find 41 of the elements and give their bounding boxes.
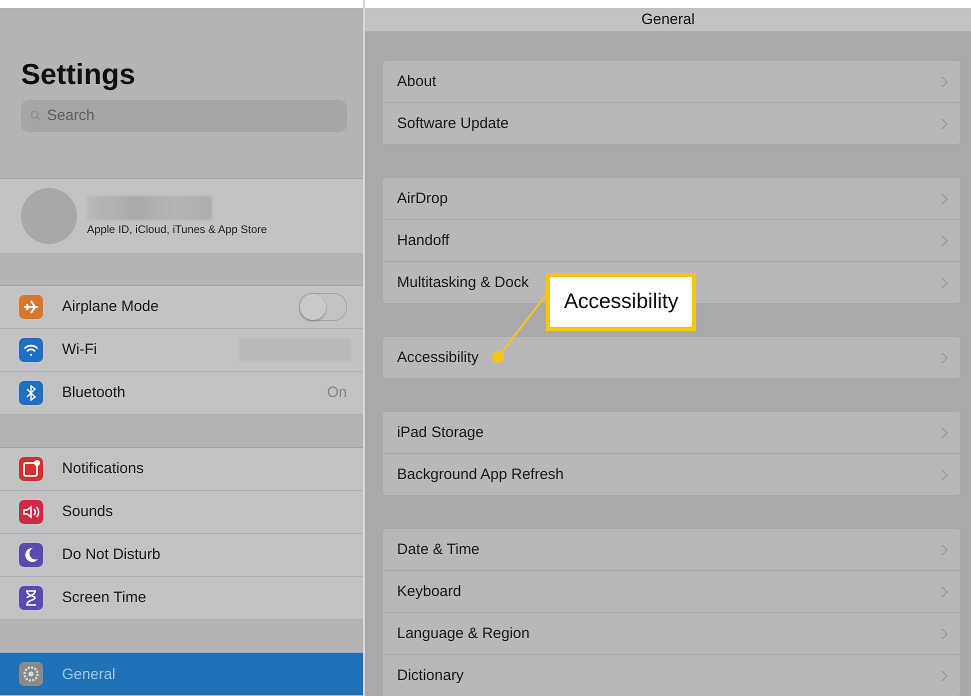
chevron-icon (941, 192, 948, 204)
chevron-icon (941, 76, 948, 88)
settings-item[interactable]: About (397, 73, 436, 90)
chevron-icon (941, 276, 948, 288)
chevron-icon (941, 352, 948, 364)
chevron-icon (941, 670, 948, 682)
sidebar-item[interactable]: Do Not Disturb (0, 534, 363, 577)
sidebar-item[interactable]: Airplane Mode (0, 286, 363, 329)
settings-item[interactable]: AirDrop (397, 190, 448, 207)
chevron-icon (941, 234, 948, 246)
sidebar-title: Settings (20, 58, 136, 92)
search-icon (30, 110, 41, 121)
settings-item[interactable]: Dictionary (397, 667, 464, 684)
chevron-icon (941, 118, 948, 130)
settings-item[interactable]: Date & Time (397, 541, 480, 558)
page-title: General (641, 11, 695, 28)
sidebar-item[interactable]: Wi-Fi (0, 328, 363, 372)
chevron-icon (941, 426, 948, 438)
settings-item[interactable]: iPad Storage (397, 424, 484, 441)
sidebar-item[interactable]: Notifications (0, 448, 363, 491)
settings-item[interactable]: Accessibility (397, 349, 479, 366)
settings-item[interactable]: Multitasking & Dock (397, 274, 529, 291)
sidebar-item[interactable]: Screen Time (0, 576, 363, 620)
settings-item[interactable]: Keyboard (397, 583, 462, 600)
settings-item[interactable]: Background App Refresh (397, 466, 564, 483)
chevron-icon (941, 544, 948, 556)
settings-item[interactable]: Language & Region (397, 625, 530, 642)
settings-item[interactable]: Handoff (397, 232, 450, 249)
item-value: On (326, 384, 347, 402)
sidebar-item[interactable]: Bluetooth On (0, 372, 363, 415)
toggle-switch[interactable] (299, 292, 347, 321)
chevron-icon (941, 628, 948, 640)
profile-subtitle: Apple ID, iCloud, iTunes & App Store (87, 224, 267, 236)
chevron-icon (941, 468, 948, 480)
callout-label: Accessibility (546, 273, 696, 331)
search-field[interactable]: Search (21, 100, 347, 132)
settings-item[interactable]: Software Update (397, 115, 509, 132)
profile-row[interactable]: Apple ID, iCloud, iTunes & App Store (0, 178, 363, 253)
leader-line (491, 294, 547, 364)
chevron-icon (941, 586, 948, 598)
sidebar-item[interactable]: Sounds (0, 490, 363, 534)
